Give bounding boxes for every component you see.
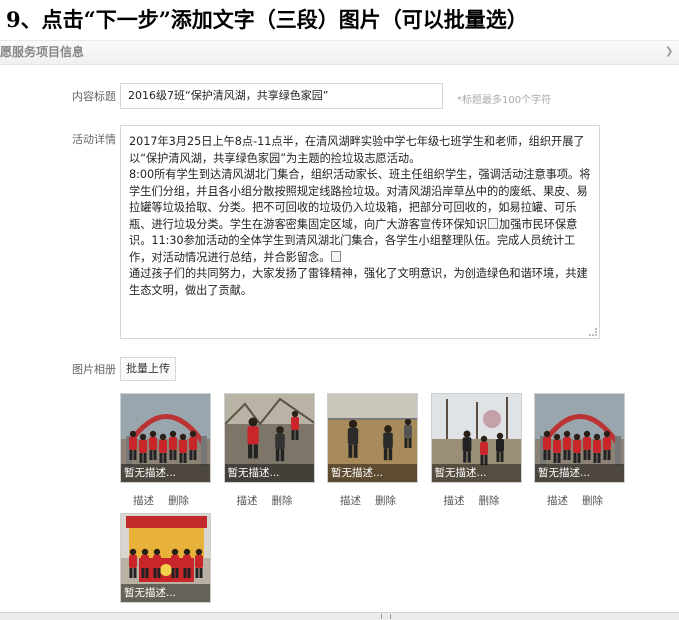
photo-thumbnail[interactable]: 暂无描述... [120, 393, 211, 483]
photo-thumbnail[interactable]: 暂无描述... [430, 393, 522, 483]
detail-paragraph-1: 2017年3月25日上午8点-11点半，在清风湖畔实验中学七年级七班学生和老师，… [129, 135, 585, 165]
image-placeholder-icon [331, 250, 342, 262]
section-title: 愿服务项目信息 [0, 45, 85, 59]
resize-handle-icon[interactable] [589, 328, 597, 336]
photo-caption: 暂无描述... [121, 464, 210, 482]
scroll-grip-icon[interactable] [381, 614, 391, 619]
section-header: 愿服务项目信息 ❯ [0, 41, 679, 65]
describe-link[interactable]: 描述 [340, 495, 361, 507]
delete-link[interactable]: 删除 [582, 495, 603, 507]
delete-link[interactable]: 删除 [479, 495, 500, 507]
delete-link[interactable]: 删除 [272, 495, 293, 507]
photo-caption: 暂无描述... [121, 584, 210, 602]
photo-actions: 描述 删除 [547, 493, 617, 508]
photo-thumbnail[interactable]: 暂无描述... [327, 393, 418, 483]
delete-link[interactable]: 删除 [375, 495, 396, 507]
collapse-icon[interactable]: ❯ [665, 46, 675, 58]
album-label: 图片相册 [72, 363, 116, 376]
detail-label: 活动详情 [72, 133, 116, 146]
batch-upload-button[interactable]: 批量上传 [120, 357, 176, 381]
detail-textarea[interactable]: 2017年3月25日上午8点-11点半，在清风湖畔实验中学七年级七班学生和老师，… [120, 125, 600, 339]
photo-thumbnail[interactable]: 暂无描述... [534, 393, 625, 483]
describe-link[interactable]: 描述 [444, 495, 465, 507]
title-input[interactable]: 2016级7班“保护清风湖，共享绿色家园” [120, 83, 443, 109]
photo-caption: 暂无描述... [535, 464, 624, 482]
title-label: 内容标题 [72, 90, 116, 103]
detail-paragraph-3: 通过孩子们的共同努力，大家发扬了雷锋精神，强化了文明意识，为创造绿色和谐环境，共… [129, 267, 588, 297]
photo-caption: 暂无描述... [431, 464, 521, 482]
title-hint: *标题最多100个字符 [457, 95, 552, 106]
photo-actions: 描述 删除 [444, 493, 514, 508]
photo-actions: 描述 删除 [340, 493, 410, 508]
describe-link[interactable]: 描述 [547, 495, 568, 507]
image-placeholder-icon [488, 217, 499, 229]
photo-actions: 描述 删除 [237, 493, 307, 508]
horizontal-scrollbar[interactable] [0, 612, 679, 620]
project-info-panel: 愿服务项目信息 ❯ 内容标题 2016级7班“保护清风湖，共享绿色家园” *标题… [0, 40, 679, 612]
describe-link[interactable]: 描述 [133, 495, 154, 507]
photo-caption: 暂无描述... [224, 464, 314, 482]
photo-thumbnail[interactable]: 暂无描述... [223, 393, 315, 483]
describe-link[interactable]: 描述 [237, 495, 258, 507]
photo-actions: 描述 删除 [133, 493, 203, 508]
step-instruction-heading: 9、点击“下一步”添加文字（三段）图片（可以批量选） [6, 7, 528, 32]
delete-link[interactable]: 删除 [168, 495, 189, 507]
photo-thumbnail[interactable]: 暂无描述... [120, 513, 211, 603]
photo-caption: 暂无描述... [328, 464, 417, 482]
detail-paragraph-2: 8:00所有学生到达清风湖北门集合，组织活动家长、班主任组织学生，强调活动注意事… [129, 167, 591, 266]
